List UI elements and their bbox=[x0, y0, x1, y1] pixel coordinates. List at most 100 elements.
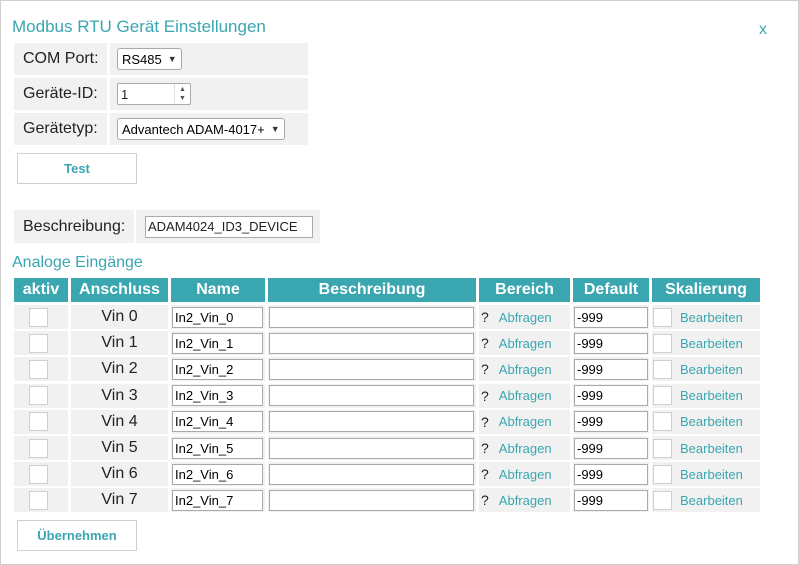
analog-inputs-title: Analoge Eingänge bbox=[12, 254, 143, 271]
query-link[interactable]: Abfragen bbox=[499, 336, 552, 351]
active-checkbox[interactable] bbox=[29, 464, 48, 484]
description-field[interactable] bbox=[269, 385, 474, 407]
name-input[interactable]: In2_Vin_4 bbox=[172, 411, 263, 433]
table-row-port-cell: Vin 4 bbox=[71, 409, 168, 434]
query-link[interactable]: Abfragen bbox=[499, 414, 552, 429]
name-input[interactable]: In2_Vin_1 bbox=[172, 332, 263, 354]
test-button[interactable]: Test bbox=[17, 153, 137, 184]
table-row-default-cell: -999 bbox=[573, 462, 649, 487]
edit-link[interactable]: Bearbeiten bbox=[680, 388, 743, 403]
query-link[interactable]: Abfragen bbox=[499, 310, 552, 325]
scaling-checkbox[interactable] bbox=[653, 307, 672, 327]
description-field[interactable] bbox=[269, 358, 474, 380]
table-row-port-cell: Vin 6 bbox=[71, 462, 168, 487]
table-row-description-cell bbox=[268, 409, 476, 434]
spinner-arrows-icon[interactable]: ▲ ▼ bbox=[174, 84, 190, 104]
question-mark-icon: ? bbox=[481, 466, 489, 483]
name-input[interactable]: In2_Vin_5 bbox=[172, 437, 263, 459]
query-link[interactable]: Abfragen bbox=[499, 441, 552, 456]
apply-button[interactable]: Übernehmen bbox=[17, 520, 137, 551]
name-input[interactable]: In2_Vin_2 bbox=[172, 358, 263, 380]
active-checkbox[interactable] bbox=[29, 386, 48, 406]
scaling-checkbox[interactable] bbox=[653, 333, 672, 353]
default-input[interactable]: -999 bbox=[574, 385, 648, 407]
query-link[interactable]: Abfragen bbox=[499, 493, 552, 508]
default-input[interactable]: -999 bbox=[574, 437, 648, 459]
query-link[interactable]: Abfragen bbox=[499, 388, 552, 403]
active-checkbox[interactable] bbox=[29, 359, 48, 379]
table-row-scaling-cell: Bearbeiten bbox=[652, 357, 760, 382]
name-input[interactable]: In2_Vin_6 bbox=[172, 463, 263, 485]
scaling-checkbox[interactable] bbox=[653, 464, 672, 484]
description-field[interactable] bbox=[269, 411, 474, 433]
name-input[interactable]: In2_Vin_7 bbox=[172, 489, 263, 511]
table-row-description-cell bbox=[268, 436, 476, 460]
close-icon[interactable]: x bbox=[759, 21, 767, 39]
description-field[interactable] bbox=[269, 332, 474, 354]
device-id-value: 1 bbox=[121, 86, 129, 102]
port-label: Vin 4 bbox=[101, 412, 138, 430]
edit-link[interactable]: Bearbeiten bbox=[680, 336, 743, 351]
edit-link[interactable]: Bearbeiten bbox=[680, 441, 743, 456]
port-label: Vin 1 bbox=[101, 334, 138, 352]
chevron-down-icon: ▼ bbox=[167, 54, 177, 64]
device-id-cell: 1 ▲ ▼ bbox=[110, 78, 308, 110]
description-input[interactable]: ADAM4024_ID3_DEVICE bbox=[145, 215, 313, 238]
table-row-aktiv-cell bbox=[14, 357, 68, 382]
edit-link[interactable]: Bearbeiten bbox=[680, 467, 743, 482]
port-label: Vin 0 bbox=[101, 308, 138, 325]
name-input[interactable]: In2_Vin_0 bbox=[172, 306, 263, 328]
device-id-stepper[interactable]: 1 ▲ ▼ bbox=[117, 83, 191, 105]
device-type-value: Advantech ADAM-4017+ bbox=[122, 121, 265, 137]
table-row-scaling-cell: Bearbeiten bbox=[652, 462, 760, 487]
table-row-range-cell: ? Abfragen bbox=[479, 409, 570, 434]
table-row-default-cell: -999 bbox=[573, 331, 649, 356]
table-row-range-cell: ? Abfragen bbox=[479, 357, 570, 382]
active-checkbox[interactable] bbox=[29, 412, 48, 432]
default-input[interactable]: -999 bbox=[574, 463, 648, 485]
question-mark-icon: ? bbox=[481, 387, 489, 404]
default-input[interactable]: -999 bbox=[574, 411, 648, 433]
query-link[interactable]: Abfragen bbox=[499, 467, 552, 482]
active-checkbox[interactable] bbox=[29, 438, 48, 458]
table-row-aktiv-cell bbox=[14, 409, 68, 434]
chevron-down-icon: ▼ bbox=[270, 124, 280, 134]
description-label: Beschreibung: bbox=[14, 210, 134, 243]
port-label: Vin 3 bbox=[101, 386, 138, 404]
table-row-range-cell: ? Abfragen bbox=[479, 462, 570, 487]
table-row-range-cell: ? Abfragen bbox=[479, 383, 570, 408]
scaling-checkbox[interactable] bbox=[653, 438, 672, 458]
active-checkbox[interactable] bbox=[29, 333, 48, 353]
edit-link[interactable]: Bearbeiten bbox=[680, 310, 743, 325]
edit-link[interactable]: Bearbeiten bbox=[680, 493, 743, 508]
port-label: Vin 5 bbox=[101, 439, 138, 456]
query-link[interactable]: Abfragen bbox=[499, 362, 552, 377]
description-field[interactable] bbox=[269, 437, 474, 459]
edit-link[interactable]: Bearbeiten bbox=[680, 414, 743, 429]
table-row-name-cell: In2_Vin_4 bbox=[171, 409, 265, 434]
table-row-scaling-cell: Bearbeiten bbox=[652, 383, 760, 408]
question-mark-icon: ? bbox=[481, 413, 489, 430]
edit-link[interactable]: Bearbeiten bbox=[680, 362, 743, 377]
active-checkbox[interactable] bbox=[29, 490, 48, 510]
scaling-checkbox[interactable] bbox=[653, 359, 672, 379]
active-checkbox[interactable] bbox=[29, 307, 48, 327]
description-field[interactable] bbox=[269, 306, 474, 328]
com-port-select[interactable]: RS485 ▼ bbox=[117, 48, 182, 70]
header-anschluss: Anschluss bbox=[71, 278, 168, 302]
scaling-checkbox[interactable] bbox=[653, 490, 672, 510]
default-input[interactable]: -999 bbox=[574, 489, 648, 511]
name-input[interactable]: In2_Vin_3 bbox=[172, 385, 263, 407]
table-row-name-cell: In2_Vin_3 bbox=[171, 383, 265, 408]
scaling-checkbox[interactable] bbox=[653, 412, 672, 432]
description-field[interactable] bbox=[269, 463, 474, 485]
question-mark-icon: ? bbox=[481, 492, 489, 509]
default-input[interactable]: -999 bbox=[574, 306, 648, 328]
default-input[interactable]: -999 bbox=[574, 358, 648, 380]
device-type-select[interactable]: Advantech ADAM-4017+ ▼ bbox=[117, 118, 285, 140]
scaling-checkbox[interactable] bbox=[653, 386, 672, 406]
header-name: Name bbox=[171, 278, 265, 302]
default-input[interactable]: -999 bbox=[574, 332, 648, 354]
description-field[interactable] bbox=[269, 489, 474, 511]
table-row-name-cell: In2_Vin_2 bbox=[171, 357, 265, 382]
